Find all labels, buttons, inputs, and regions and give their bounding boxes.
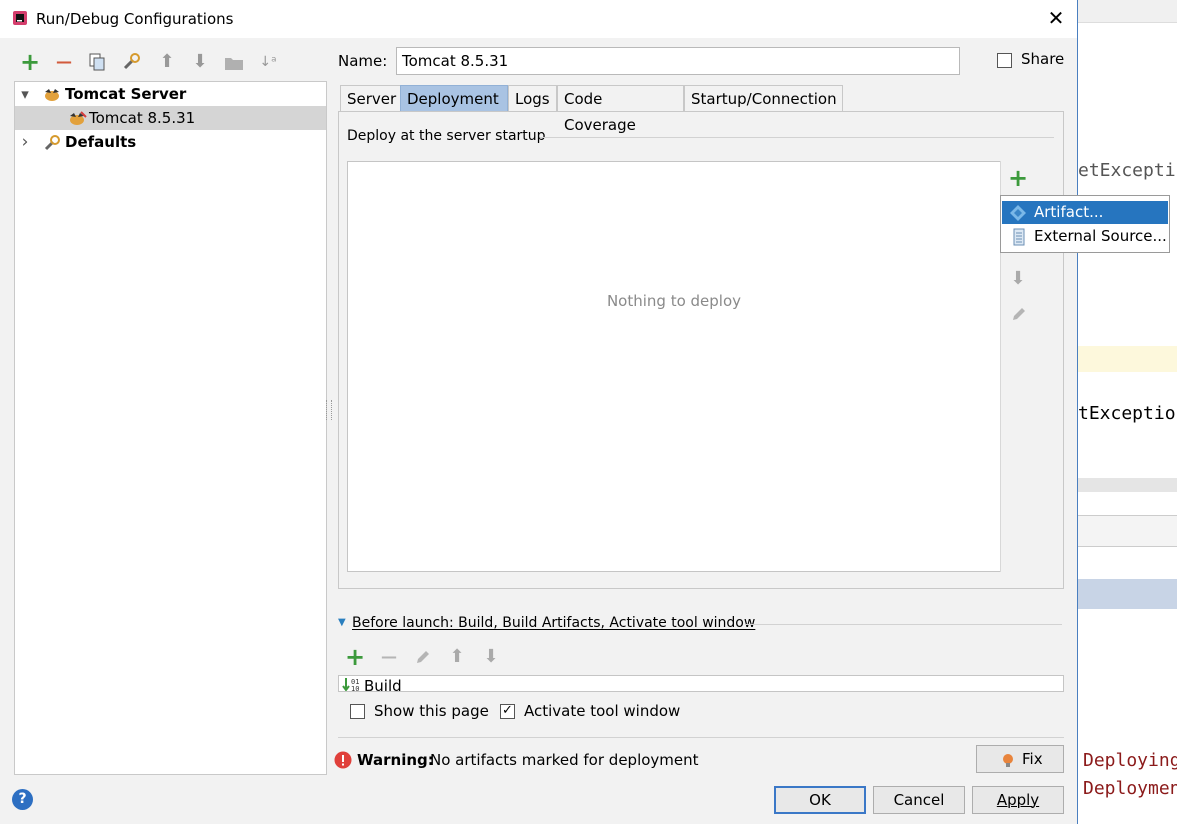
configuration-tree: ▾ Tomcat Server Tomcat 8.5.31 › Defaults bbox=[14, 81, 327, 775]
list-item[interactable]: 01 10 Build bbox=[339, 676, 1039, 692]
tab-deployment[interactable]: Deployment bbox=[400, 85, 508, 111]
tree-item-label: Defaults bbox=[65, 133, 137, 151]
add-before-launch-button[interactable]: + bbox=[343, 645, 367, 669]
background-divider bbox=[1078, 478, 1177, 492]
lightbulb-icon bbox=[1001, 751, 1015, 767]
list-item-label: Build bbox=[364, 677, 402, 692]
deployment-list[interactable]: Nothing to deploy bbox=[347, 161, 1036, 572]
tree-item-defaults[interactable]: › Defaults bbox=[15, 130, 326, 154]
run-debug-dialog: Run/Debug Configurations ✕ + — ⬆ ⬇ ↓ᵃ ▾ … bbox=[0, 0, 1170, 824]
activate-tool-window-label: Activate tool window bbox=[524, 702, 681, 720]
background-toolbar bbox=[1078, 0, 1177, 23]
edit-pencil-icon[interactable] bbox=[1011, 306, 1027, 322]
tree-item-label: Tomcat 8.5.31 bbox=[89, 109, 196, 127]
before-launch-list: 01 10 Build bbox=[338, 675, 1064, 692]
deploy-section-title: Deploy at the server startup bbox=[347, 128, 546, 144]
background-console-line: Deploying bbox=[1083, 750, 1177, 771]
tomcat-icon bbox=[43, 86, 61, 102]
build-icon: 01 10 bbox=[342, 677, 362, 692]
ok-button[interactable]: OK bbox=[774, 786, 866, 814]
background-editor: etExcepti tExceptio Deploying Deploymen bbox=[1078, 0, 1177, 824]
name-label: Name: bbox=[338, 52, 388, 70]
sort-alphabetically-button[interactable]: ↓ᵃ bbox=[256, 50, 280, 74]
edit-defaults-wrench-icon[interactable] bbox=[122, 53, 142, 71]
dialog-title: Run/Debug Configurations bbox=[36, 10, 234, 28]
apply-button[interactable]: Apply bbox=[972, 786, 1064, 814]
tab-logs[interactable]: Logs bbox=[508, 85, 557, 111]
move-down-button[interactable]: ⬇ bbox=[188, 50, 212, 74]
tab-server[interactable]: Server bbox=[340, 85, 401, 111]
menu-item-artifact[interactable]: Artifact... bbox=[1002, 201, 1168, 224]
background-selected-row bbox=[1078, 579, 1177, 609]
background-panel-header bbox=[1078, 515, 1177, 547]
tab-startup-connection[interactable]: Startup/Connection bbox=[684, 85, 843, 111]
move-up-button[interactable]: ⬆ bbox=[155, 50, 179, 74]
warning-text: No artifacts marked for deployment bbox=[430, 751, 699, 769]
show-this-page-label: Show this page bbox=[374, 702, 489, 720]
menu-item-external-source[interactable]: External Source... bbox=[1002, 225, 1168, 248]
title-bar: Run/Debug Configurations ✕ bbox=[0, 0, 1077, 38]
add-configuration-button[interactable]: + bbox=[18, 50, 42, 74]
move-down-deployment-button[interactable]: ⬇ bbox=[1006, 267, 1030, 291]
folder-icon[interactable] bbox=[224, 55, 244, 71]
warning-icon bbox=[334, 751, 352, 769]
activate-tool-window-checkbox[interactable]: ✓ bbox=[500, 704, 515, 719]
background-highlight-line bbox=[1078, 346, 1177, 372]
remove-before-launch-button[interactable]: — bbox=[377, 645, 401, 669]
artifact-icon bbox=[1010, 205, 1026, 221]
background-code-line: tExceptio bbox=[1078, 403, 1176, 424]
tree-item-tomcat-8-5-31[interactable]: Tomcat 8.5.31 bbox=[15, 106, 326, 130]
empty-list-text: Nothing to deploy bbox=[606, 292, 742, 310]
help-icon[interactable]: ? bbox=[12, 789, 33, 810]
section-divider bbox=[540, 137, 1054, 138]
add-deployment-button[interactable]: + bbox=[1006, 166, 1030, 190]
splitter-handle[interactable] bbox=[326, 400, 332, 420]
cancel-button[interactable]: Cancel bbox=[873, 786, 965, 814]
intellij-app-icon bbox=[12, 10, 28, 26]
show-this-page-checkbox[interactable] bbox=[350, 704, 365, 719]
edit-before-launch-pencil-icon[interactable] bbox=[415, 649, 431, 665]
warning-label: Warning: bbox=[357, 751, 434, 769]
tree-item-tomcat-server[interactable]: ▾ Tomcat Server bbox=[15, 82, 326, 106]
defaults-wrench-icon bbox=[43, 134, 63, 151]
tomcat-run-config-icon bbox=[68, 110, 88, 126]
move-down-before-launch-button[interactable]: ⬇ bbox=[479, 645, 503, 669]
expand-arrow-icon[interactable]: ▾ bbox=[17, 82, 33, 106]
tab-code-coverage[interactable]: Code Coverage bbox=[557, 85, 684, 134]
fix-button[interactable]: Fix bbox=[976, 745, 1064, 773]
share-label: Share bbox=[1021, 50, 1065, 68]
background-code-line: etExcepti bbox=[1078, 160, 1176, 181]
copy-configuration-icon[interactable] bbox=[88, 53, 106, 71]
divider bbox=[338, 737, 1064, 738]
tree-item-label: Tomcat Server bbox=[65, 85, 187, 103]
before-launch-title[interactable]: Before launch: Build, Build Artifacts, A… bbox=[352, 615, 755, 631]
name-input[interactable]: Tomcat 8.5.31 bbox=[396, 47, 960, 75]
before-launch-collapse-icon[interactable]: ▼ bbox=[338, 617, 346, 628]
collapse-arrow-icon[interactable]: › bbox=[17, 130, 33, 154]
add-deployment-popup-menu: Artifact... External Source... bbox=[1000, 195, 1170, 253]
background-console-line: Deploymen bbox=[1083, 778, 1177, 799]
close-button[interactable]: ✕ bbox=[1046, 6, 1066, 30]
section-divider bbox=[745, 624, 1062, 625]
external-source-icon bbox=[1013, 228, 1025, 246]
share-checkbox[interactable] bbox=[997, 53, 1012, 68]
move-up-before-launch-button[interactable]: ⬆ bbox=[445, 645, 469, 669]
svg-text:10: 10 bbox=[351, 685, 359, 692]
remove-configuration-button[interactable]: — bbox=[52, 50, 76, 74]
